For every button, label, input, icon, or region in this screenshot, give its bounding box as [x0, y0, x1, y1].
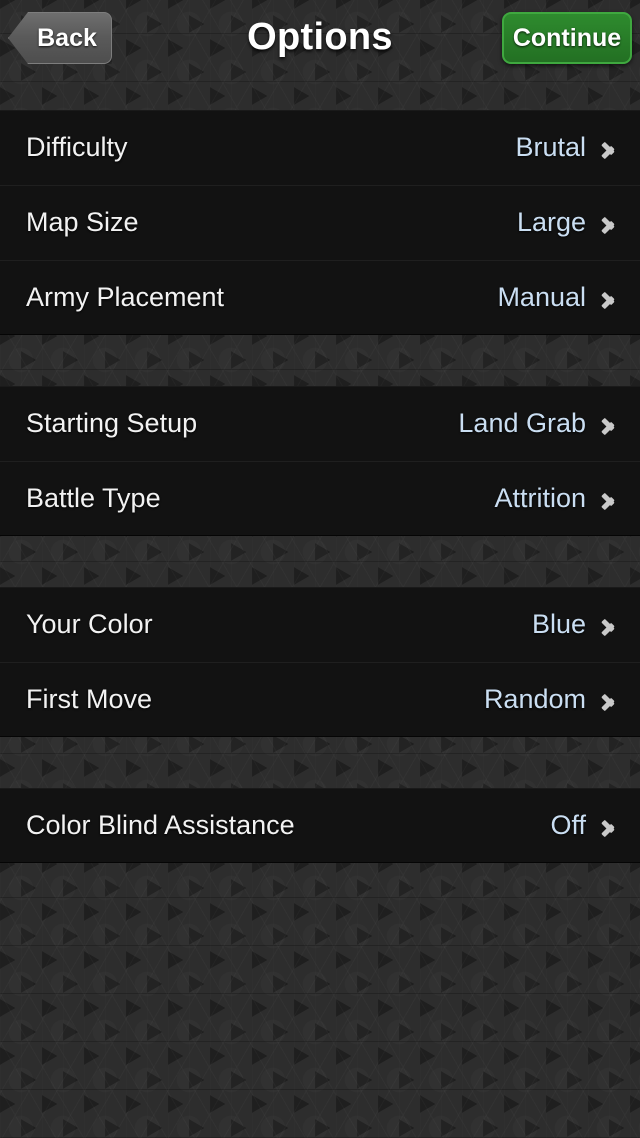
option-group: Starting Setup Land Grab Battle Type Attrit…: [0, 386, 640, 536]
option-label: Starting Setup: [26, 408, 198, 438]
header-bar: Back Options Continue: [0, 0, 640, 110]
option-group: Difficulty Brutal Map Size Large Army Placem…: [0, 110, 640, 335]
chevron-right-icon: [602, 612, 618, 638]
continue-button[interactable]: Continue: [502, 12, 632, 64]
option-row[interactable]: Battle Type Attrition: [0, 461, 640, 536]
chevron-right-icon: [602, 486, 618, 512]
options-list: Difficulty Brutal Map Size Large Army Placem…: [0, 110, 640, 863]
option-row[interactable]: Map Size Large: [0, 185, 640, 260]
option-value: Off: [550, 810, 586, 840]
continue-button-label: Continue: [512, 23, 622, 52]
option-row[interactable]: Starting Setup Land Grab: [0, 386, 640, 461]
option-group: Color Blind Assistance Off: [0, 788, 640, 863]
option-row[interactable]: Your Color Blue: [0, 587, 640, 662]
option-label: Difficulty: [26, 132, 128, 162]
option-row[interactable]: Army Placement Manual: [0, 260, 640, 335]
option-row[interactable]: Color Blind Assistance Off: [0, 788, 640, 863]
chevron-right-icon: [602, 687, 618, 713]
option-label: Battle Type: [26, 483, 161, 513]
option-label: Color Blind Assistance: [26, 810, 295, 840]
option-value: Brutal: [515, 132, 586, 162]
option-group: Your Color Blue First Move Random: [0, 587, 640, 737]
chevron-right-icon: [602, 813, 618, 839]
chevron-right-icon: [602, 210, 618, 236]
options-screen: Back Options Continue Difficulty Brutal Ma…: [0, 0, 640, 1138]
chevron-right-icon: [602, 411, 618, 437]
chevron-right-icon: [602, 285, 618, 311]
chevron-right-icon: [602, 135, 618, 161]
option-row[interactable]: First Move Random: [0, 662, 640, 737]
option-value: Manual: [497, 282, 586, 312]
option-value: Land Grab: [458, 408, 586, 438]
option-value: Blue: [531, 609, 586, 639]
option-value: Attrition: [494, 483, 586, 513]
option-label: Army Placement: [26, 282, 225, 312]
option-value: Random: [483, 684, 586, 714]
option-label: First Move: [26, 684, 153, 714]
option-label: Your Color: [26, 609, 153, 639]
option-value: Large: [516, 207, 586, 237]
option-label: Map Size: [26, 207, 139, 237]
option-row[interactable]: Difficulty Brutal: [0, 110, 640, 185]
